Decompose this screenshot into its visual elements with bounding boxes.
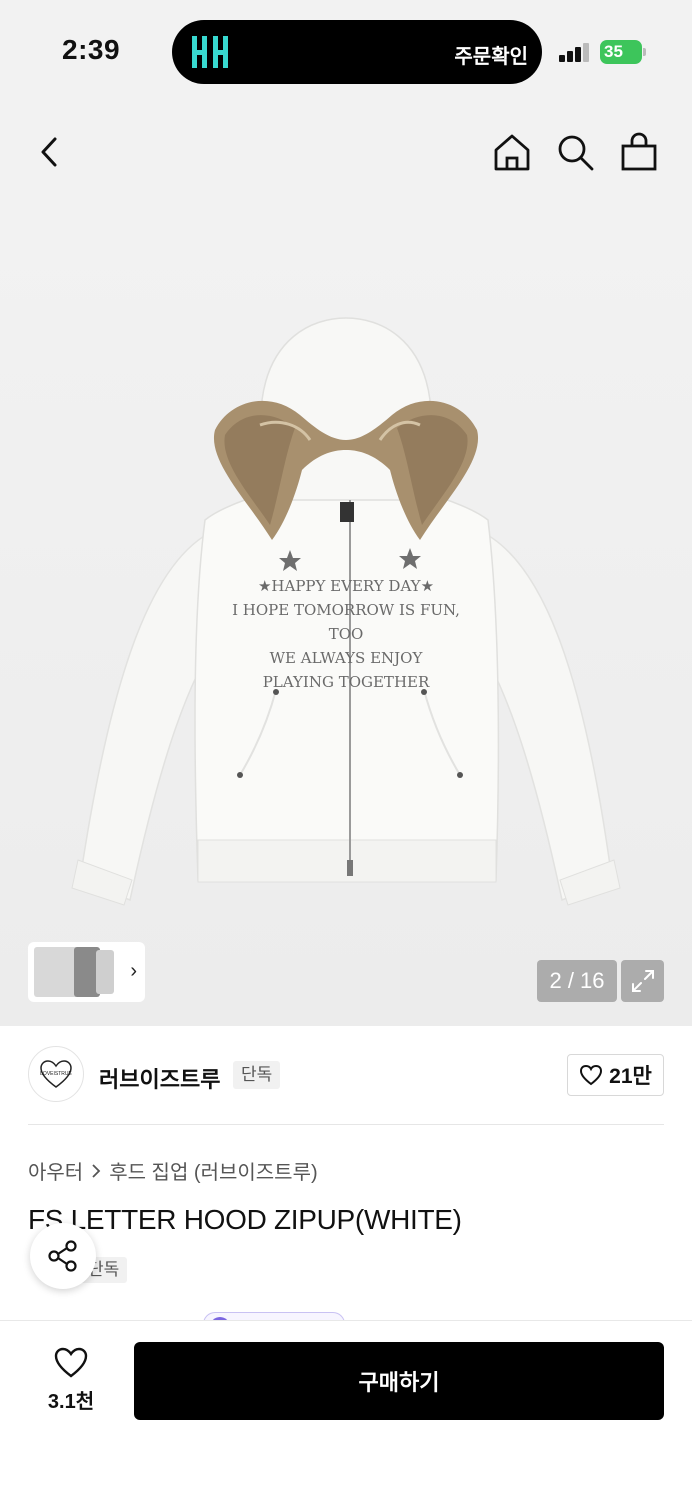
brand-row: LOVEISTRUE 러브이즈트루 단독 21만 [0,1026,692,1124]
svg-text:LOVEISTRUE: LOVEISTRUE [40,1071,72,1077]
hoodie-product-image [71,317,621,906]
bottom-action-bar: 3.1천 구매하기 [0,1320,692,1500]
heart-icon [54,1347,88,1378]
thumbnail-strip[interactable]: › [28,942,145,1002]
brand-name[interactable]: 러브이즈트루 [99,1062,220,1094]
shopping-bag-icon [621,132,657,171]
exclusive-badge: 단독 [233,1061,281,1089]
breadcrumb-item[interactable]: 후드 집업 (러브이즈트루) [109,1156,317,1185]
wishlist-button[interactable]: 3.1천 [40,1347,102,1414]
thumbnail-image[interactable] [96,950,114,994]
home-icon [494,134,530,171]
buy-button[interactable]: 구매하기 [134,1342,664,1420]
heart-logo-icon: LOVEISTRUE [40,1060,72,1088]
search-icon [558,135,594,171]
expand-icon [631,970,654,992]
musinsa-logo-icon [192,36,228,68]
chevron-right-icon [92,1163,101,1178]
product-title: FS LETTER HOOD ZIPUP(WHITE) [28,1204,462,1235]
breadcrumb-item[interactable]: 아우터 [28,1156,83,1185]
status-bar: 2:39 주문확인 35 [0,0,692,104]
divider [28,1124,664,1125]
top-nav [0,104,692,200]
brand-like-button[interactable]: 21만 [567,1054,664,1096]
cart-button[interactable] [615,128,663,176]
status-time: 2:39 [62,34,121,65]
share-icon [48,1240,77,1272]
brand-like-count: 21만 [609,1065,652,1088]
dynamic-island[interactable]: 주문확인 [172,20,542,84]
breadcrumb: 아우터 후드 집업 (러브이즈트루) [28,1156,318,1185]
share-button[interactable] [30,1223,96,1289]
island-order-text: 주문확인 [454,46,528,68]
home-button[interactable] [488,128,536,176]
battery-level: 35 [600,40,642,64]
cellular-signal-icon [559,42,591,62]
chevron-right-icon[interactable]: › [130,960,137,983]
brand-logo[interactable]: LOVEISTRUE [28,1046,84,1102]
back-button[interactable] [26,128,74,176]
search-button[interactable] [551,128,599,176]
expand-button[interactable] [621,960,664,1002]
wishlist-count: 3.1천 [47,1391,95,1413]
hoodie-print-text: ★HAPPY EVERY DAY★ I HOPE TOMORROW IS FUN… [232,577,460,691]
chevron-left-icon [41,137,57,167]
thumbnail-image[interactable] [34,947,78,997]
image-counter: 2 / 16 [537,960,617,1002]
heart-icon [580,1064,603,1086]
product-image-gallery[interactable]: ★HAPPY EVERY DAY★ I HOPE TOMORROW IS FUN… [0,200,692,1026]
battery-icon: 35 [600,40,646,64]
